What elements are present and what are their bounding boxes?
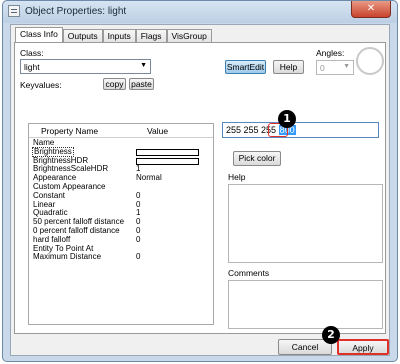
class-dropdown-value: light — [24, 62, 40, 72]
angles-value: 0 — [320, 63, 325, 73]
close-icon[interactable]: ✕ — [351, 1, 391, 18]
paste-button[interactable]: paste — [129, 78, 154, 90]
grid-header: Property Name Value — [29, 124, 213, 138]
tab-strip: Class Info Outputs Inputs Flags VisGroup — [15, 27, 212, 42]
comments-field[interactable] — [228, 280, 383, 329]
property-value: 0 — [136, 234, 141, 244]
tab-class-info[interactable]: Class Info — [15, 27, 63, 42]
tab-outputs[interactable]: Outputs — [62, 29, 103, 42]
grid-rows: Name Brightness BrightnessHDR Brightness… — [29, 138, 213, 262]
copy-button[interactable]: copy — [103, 78, 126, 90]
title-bar[interactable]: Object Properties: light ✕ — [3, 1, 397, 23]
tab-inputs[interactable]: Inputs — [102, 29, 136, 42]
keyvalues-label: Keyvalues: — [20, 80, 62, 90]
color-swatch — [136, 157, 199, 165]
grid-row-constant[interactable]: Constant 0 — [29, 191, 213, 201]
value-edit-field[interactable]: 255 255 255 800 — [222, 122, 379, 138]
column-header-value[interactable]: Value — [147, 126, 168, 136]
dialog-client-area: Class Info Outputs Inputs Flags VisGroup… — [10, 24, 390, 356]
angles-label: Angles: — [316, 48, 345, 58]
help-text-box — [228, 184, 383, 263]
class-info-panel: Class: light ▼ Keyvalues: copy paste Sma… — [14, 42, 386, 334]
property-value: Normal — [136, 173, 162, 183]
step-marker-1: 1 — [278, 110, 296, 128]
class-label: Class: — [20, 48, 44, 58]
window-title: Object Properties: light — [25, 6, 127, 17]
class-dropdown[interactable]: light ▼ — [20, 59, 151, 74]
angles-dropdown[interactable]: 0 ▼ — [316, 60, 354, 75]
chevron-down-icon: ▼ — [343, 63, 350, 70]
window-app-icon — [8, 5, 20, 17]
column-header-property[interactable]: Property Name — [41, 126, 98, 136]
apply-button[interactable]: Apply — [337, 339, 389, 355]
help-button[interactable]: Help — [273, 60, 304, 74]
tab-visgroup[interactable]: VisGroup — [166, 29, 212, 42]
comments-label: Comments — [228, 268, 270, 278]
angle-dial-icon[interactable] — [355, 46, 385, 76]
color-swatch — [136, 148, 199, 156]
step-marker-2: 2 — [322, 326, 340, 344]
smartedit-button[interactable]: SmartEdit — [225, 60, 266, 74]
tab-flags[interactable]: Flags — [135, 29, 167, 42]
property-name: Maximum Distance — [33, 252, 102, 262]
property-value: 0 — [136, 252, 141, 262]
object-properties-window: Object Properties: light ✕ Class Info Ou… — [2, 0, 398, 362]
property-grid: Property Name Value Name Brightness Brig… — [28, 123, 214, 325]
grid-row-maximum-distance[interactable]: Maximum Distance 0 — [29, 253, 213, 262]
pick-color-button[interactable]: Pick color — [233, 151, 281, 166]
chevron-down-icon: ▼ — [140, 62, 147, 69]
help-label: Help — [228, 172, 246, 182]
